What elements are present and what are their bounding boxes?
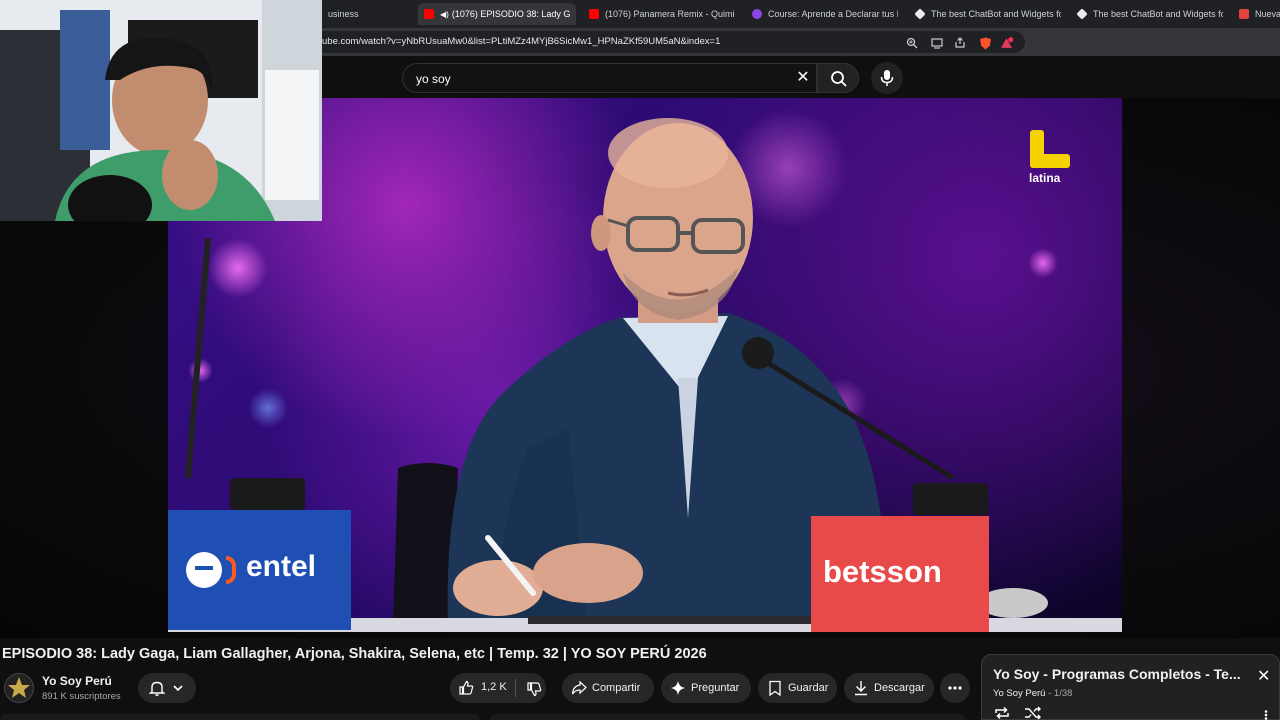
brave-icon xyxy=(1239,9,1249,19)
thumbs-up-icon xyxy=(459,680,474,695)
browser-tab[interactable]: usiness xyxy=(322,3,414,25)
share-button[interactable]: Compartir xyxy=(562,673,654,703)
download-label: Descargar xyxy=(874,682,925,694)
bookmark-icon xyxy=(769,680,781,696)
entel-text: entel xyxy=(246,550,317,583)
channel-star-icon xyxy=(8,677,30,698)
entel-sponsor-sign: entel xyxy=(168,510,351,630)
subscriber-count: 891 K suscriptores xyxy=(42,691,121,702)
address-bar[interactable]: ube.com/watch?v=yNbRUsuaMw0&list=PLtiMZz… xyxy=(300,31,1025,53)
close-playlist-icon[interactable]: ✕ xyxy=(1257,669,1270,685)
webcam-overlay xyxy=(0,0,322,221)
tab-label: Nueva xyxy=(1255,9,1280,19)
save-label: Guardar xyxy=(788,682,829,694)
dislike-button[interactable] xyxy=(526,681,542,700)
brave-shield-icon[interactable] xyxy=(979,37,991,50)
sparkle-icon xyxy=(671,681,685,695)
betsson-sponsor-sign: betsson xyxy=(811,516,989,632)
browser-tab[interactable]: The best ChatBot and Widgets for xyxy=(909,3,1061,25)
clear-search-icon[interactable]: ✕ xyxy=(793,68,813,88)
search-button[interactable] xyxy=(817,63,859,93)
microphone-icon xyxy=(880,70,894,86)
playlist-title[interactable]: Yo Soy - Programas Completos - Te... xyxy=(993,666,1243,682)
search-query: yo soy xyxy=(416,72,451,86)
voice-search-button[interactable] xyxy=(871,62,903,94)
playlist-owner[interactable]: Yo Soy Perú xyxy=(993,688,1045,699)
share-label: Compartir xyxy=(592,682,641,694)
more-actions-button[interactable] xyxy=(940,673,970,703)
tab-label: Course: Aprende a Declarar tus Im xyxy=(768,9,898,19)
save-button[interactable]: Guardar xyxy=(758,673,837,703)
thumbs-down-icon xyxy=(527,682,542,697)
zoom-icon[interactable] xyxy=(906,37,918,49)
cast-icon[interactable] xyxy=(931,37,943,49)
more-vertical-icon[interactable] xyxy=(1264,710,1268,720)
bell-icon xyxy=(149,681,165,696)
channel-avatar[interactable] xyxy=(4,673,34,703)
description-panel xyxy=(0,714,480,720)
loop-icon[interactable] xyxy=(993,706,1011,720)
download-button[interactable]: Descargar xyxy=(844,673,934,703)
video-title: EPISODIO 38: Lady Gaga, Liam Gallagher, … xyxy=(2,646,707,662)
channel-name[interactable]: Yo Soy Perú xyxy=(42,674,112,688)
download-icon xyxy=(855,681,867,696)
ask-label: Preguntar xyxy=(691,682,740,694)
tab-label: usiness xyxy=(328,9,359,19)
like-button[interactable] xyxy=(458,680,474,699)
search-icon xyxy=(831,71,847,87)
like-dislike-group: 1,2 K xyxy=(450,673,546,703)
chevron-down-icon xyxy=(173,685,183,692)
browser-tab-active[interactable]: ◀) (1076) EPISODIO 38: Lady G ✕ xyxy=(418,3,576,25)
youtube-icon xyxy=(589,9,599,19)
chatbot-site-icon xyxy=(1076,8,1088,20)
tab-label: The best ChatBot and Widgets for xyxy=(1093,9,1223,19)
tab-label: (1076) Panamera Remix - Quimico xyxy=(605,9,735,19)
ask-button[interactable]: Preguntar xyxy=(661,673,751,703)
playlist-subtitle: Yo Soy Perú - 1/38 xyxy=(993,688,1072,699)
notification-bell-button[interactable] xyxy=(138,673,196,703)
chatbot-site-icon xyxy=(914,8,926,20)
webcam-person xyxy=(0,0,322,221)
speaker-icon: ◀) xyxy=(440,9,449,19)
brave-rewards-icon[interactable] xyxy=(1000,37,1014,49)
browser-tab[interactable]: The best ChatBot and Widgets for xyxy=(1071,3,1223,25)
divider xyxy=(515,679,516,697)
url-text: ube.com/watch?v=yNbRUsuaMw0&list=PLtiMZz… xyxy=(322,36,721,47)
tab-label: The best ChatBot and Widgets for xyxy=(931,9,1061,19)
like-count: 1,2 K xyxy=(481,681,507,693)
search-input[interactable]: yo soy ✕ xyxy=(402,63,817,93)
betsson-text: betsson xyxy=(823,554,942,589)
browser-tab[interactable]: (1076) Panamera Remix - Quimico xyxy=(583,3,735,25)
share-icon[interactable] xyxy=(954,37,966,49)
playlist-panel: Yo Soy - Programas Completos - Te... Yo … xyxy=(981,654,1280,720)
playlist-position: - 1/38 xyxy=(1045,688,1073,699)
browser-tab[interactable]: Nueva xyxy=(1233,3,1280,25)
more-horizontal-icon xyxy=(948,686,962,690)
course-site-icon xyxy=(752,9,762,19)
comments-panel xyxy=(490,714,965,720)
youtube-icon xyxy=(424,9,434,19)
browser-tab[interactable]: Course: Aprende a Declarar tus Im xyxy=(746,3,898,25)
share-arrow-icon xyxy=(571,680,587,695)
shuffle-icon[interactable] xyxy=(1024,706,1042,720)
tab-label: (1076) EPISODIO 38: Lady G xyxy=(451,9,571,19)
entel-logo-icon xyxy=(186,552,222,588)
